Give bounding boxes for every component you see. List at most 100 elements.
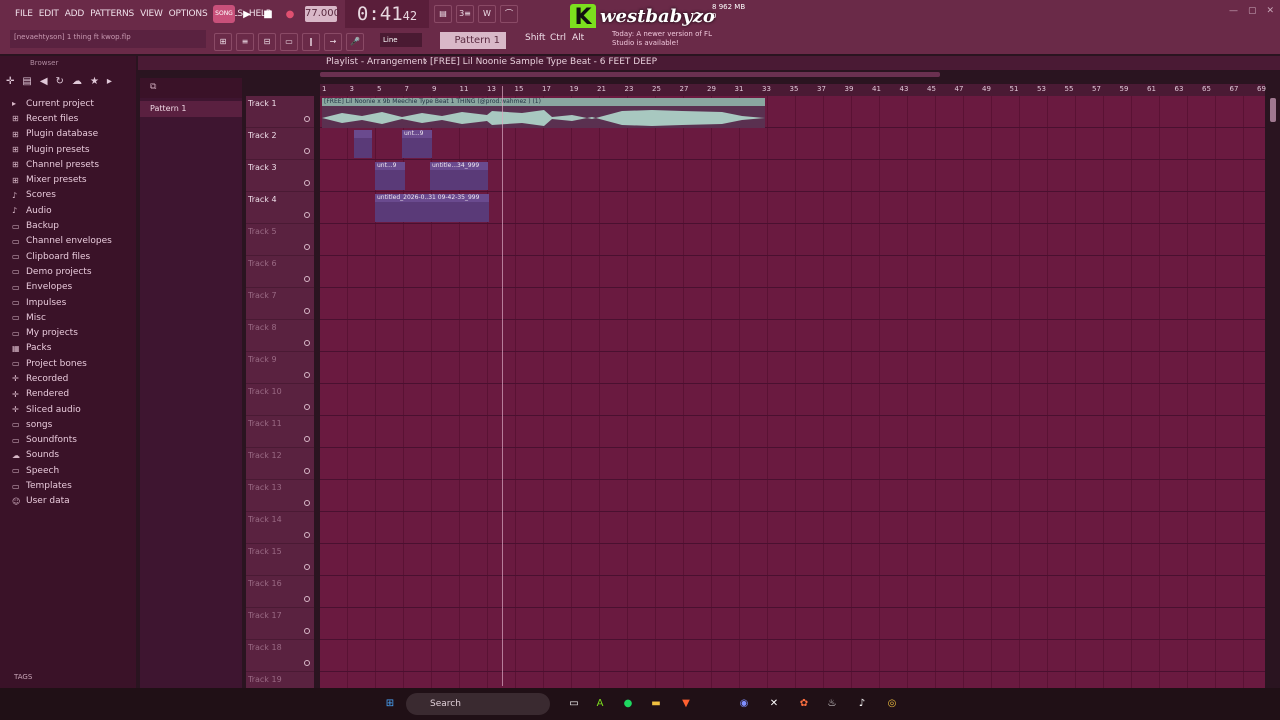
shift-key[interactable]: Shift: [525, 33, 545, 43]
browser-item[interactable]: ⊞ Mixer presets: [0, 172, 136, 187]
chrome-icon[interactable]: ◎: [884, 696, 900, 712]
snap-select[interactable]: Line: [380, 33, 422, 47]
track-header[interactable]: Track 10: [246, 384, 314, 416]
countdown-icon[interactable]: ⌒: [500, 5, 518, 23]
forward-icon[interactable]: ▸: [107, 76, 112, 87]
pattern-song-icon[interactable]: ▤: [434, 5, 452, 23]
folder-icon[interactable]: ▬: [648, 696, 664, 712]
track-mute-icon[interactable]: [304, 660, 310, 666]
arrow-icon[interactable]: →: [324, 33, 342, 51]
track-mute-icon[interactable]: [304, 532, 310, 538]
tempo-display[interactable]: 77.000: [305, 6, 340, 22]
browser-item[interactable]: ✛ Recorded: [0, 371, 136, 386]
browser-item[interactable]: ▭ Envelopes: [0, 280, 136, 295]
alt-key[interactable]: Alt: [572, 33, 584, 43]
browser-item[interactable]: ⊞ Plugin presets: [0, 142, 136, 157]
pattern-selector[interactable]: Pattern 1: [440, 32, 506, 49]
stop-button[interactable]: ■: [258, 5, 278, 23]
app-icon[interactable]: A: [592, 696, 608, 712]
star-icon[interactable]: ★: [90, 76, 99, 87]
fl-studio-icon[interactable]: ✿: [796, 696, 812, 712]
steam-icon[interactable]: ♨: [824, 696, 840, 712]
audio-clip-track4[interactable]: untitled_2026-0..31 09-42-35_999: [375, 194, 489, 222]
audio-clip-track2-a[interactable]: [354, 130, 372, 158]
track-header[interactable]: Track 7: [246, 288, 314, 320]
track-mute-icon[interactable]: [304, 276, 310, 282]
song-mode-toggle[interactable]: SONG: [213, 5, 235, 23]
track-header[interactable]: Track 4: [246, 192, 314, 224]
menu-patterns[interactable]: PATTERNS: [87, 9, 137, 19]
brave-icon[interactable]: ▼: [678, 696, 694, 712]
mixer-icon[interactable]: ‖: [302, 33, 320, 51]
menu-add[interactable]: ADD: [62, 9, 87, 19]
spotify-icon[interactable]: ●: [620, 696, 636, 712]
browser-item[interactable]: ♪ Scores: [0, 188, 136, 203]
browser-item[interactable]: ▭ Channel envelopes: [0, 234, 136, 249]
browser-options-icon[interactable]: ✛: [6, 76, 14, 87]
browser-item[interactable]: ▦ Packs: [0, 341, 136, 356]
browser-item[interactable]: ☺ User data: [0, 494, 136, 509]
play-button[interactable]: ▶: [237, 5, 257, 23]
playhead[interactable]: [502, 86, 503, 686]
microphone-icon[interactable]: 🎤: [346, 33, 364, 51]
tool-icon-2[interactable]: ≡: [236, 33, 254, 51]
xbox-icon[interactable]: ✕: [766, 696, 782, 712]
wait-icon[interactable]: W: [478, 5, 496, 23]
track-mute-icon[interactable]: [304, 468, 310, 474]
menu-edit[interactable]: EDIT: [36, 9, 62, 19]
browser-item[interactable]: ▭ Demo projects: [0, 264, 136, 279]
track-mute-icon[interactable]: [304, 180, 310, 186]
browser-item[interactable]: ✛ Sliced audio: [0, 402, 136, 417]
record-button[interactable]: ●: [280, 5, 300, 23]
track-header[interactable]: Track 5: [246, 224, 314, 256]
tool-icon-4[interactable]: ▭: [280, 33, 298, 51]
browser-item[interactable]: ✛ Rendered: [0, 387, 136, 402]
file-explorer-icon[interactable]: ▭: [566, 696, 582, 712]
track-mute-icon[interactable]: [304, 564, 310, 570]
browser-item[interactable]: ▭ Project bones: [0, 356, 136, 371]
track-mute-icon[interactable]: [304, 372, 310, 378]
track-header[interactable]: Track 18: [246, 640, 314, 672]
browser-item[interactable]: ▭ Backup: [0, 218, 136, 233]
back-icon[interactable]: ◀: [40, 76, 48, 87]
browser-item[interactable]: ⊞ Channel presets: [0, 157, 136, 172]
audio-clip-track3-a[interactable]: unt...9: [375, 162, 405, 190]
track-header[interactable]: Track 12: [246, 448, 314, 480]
horizontal-scrollbar[interactable]: [320, 72, 940, 77]
browser-item[interactable]: ▸ Current project: [0, 96, 136, 111]
browser-item[interactable]: ⊞ Recent files: [0, 111, 136, 126]
track-mute-icon[interactable]: [304, 308, 310, 314]
maximize-icon[interactable]: ▢: [1248, 6, 1257, 16]
track-header[interactable]: Track 6: [246, 256, 314, 288]
tags-bar[interactable]: TAGS: [0, 670, 136, 686]
close-icon[interactable]: ✕: [1266, 6, 1274, 16]
browser-item[interactable]: ☁ Sounds: [0, 448, 136, 463]
browser-item[interactable]: ▭ songs: [0, 417, 136, 432]
track-header[interactable]: Track 17: [246, 608, 314, 640]
browser-item[interactable]: ▭ Impulses: [0, 295, 136, 310]
track-header[interactable]: Track 15: [246, 544, 314, 576]
taskbar-search[interactable]: Search: [406, 693, 550, 715]
minimize-icon[interactable]: —: [1229, 6, 1238, 16]
browser-item[interactable]: ▭ Templates: [0, 478, 136, 493]
track-mute-icon[interactable]: [304, 244, 310, 250]
track-mute-icon[interactable]: [304, 628, 310, 634]
menu-options[interactable]: OPTIONS: [166, 9, 211, 19]
tiktok-icon[interactable]: ♪: [854, 696, 870, 712]
tool-icon-3[interactable]: ⊟: [258, 33, 276, 51]
tool-icon-1[interactable]: ⊞: [214, 33, 232, 51]
track-mute-icon[interactable]: [304, 212, 310, 218]
windows-start-icon[interactable]: ⊞: [382, 696, 398, 712]
pattern-item[interactable]: Pattern 1: [140, 101, 242, 117]
audio-clip-track2-b[interactable]: unt...9: [402, 130, 432, 158]
track-mute-icon[interactable]: [304, 436, 310, 442]
browser-item[interactable]: ▭ My projects: [0, 325, 136, 340]
discord-icon[interactable]: ◉: [736, 696, 752, 712]
track-header[interactable]: Track 1: [246, 96, 314, 128]
menu-view[interactable]: VIEW: [137, 9, 166, 19]
menu-file[interactable]: FILE: [12, 9, 36, 19]
playlist-grid[interactable]: [FREE] Lil Noonie x 9b Meechie Type Beat…: [320, 86, 1265, 688]
metronome-icon[interactable]: 3≡: [456, 5, 474, 23]
track-mute-icon[interactable]: [304, 500, 310, 506]
news-panel[interactable]: Today: A newer version of FL Studio is a…: [612, 30, 720, 50]
